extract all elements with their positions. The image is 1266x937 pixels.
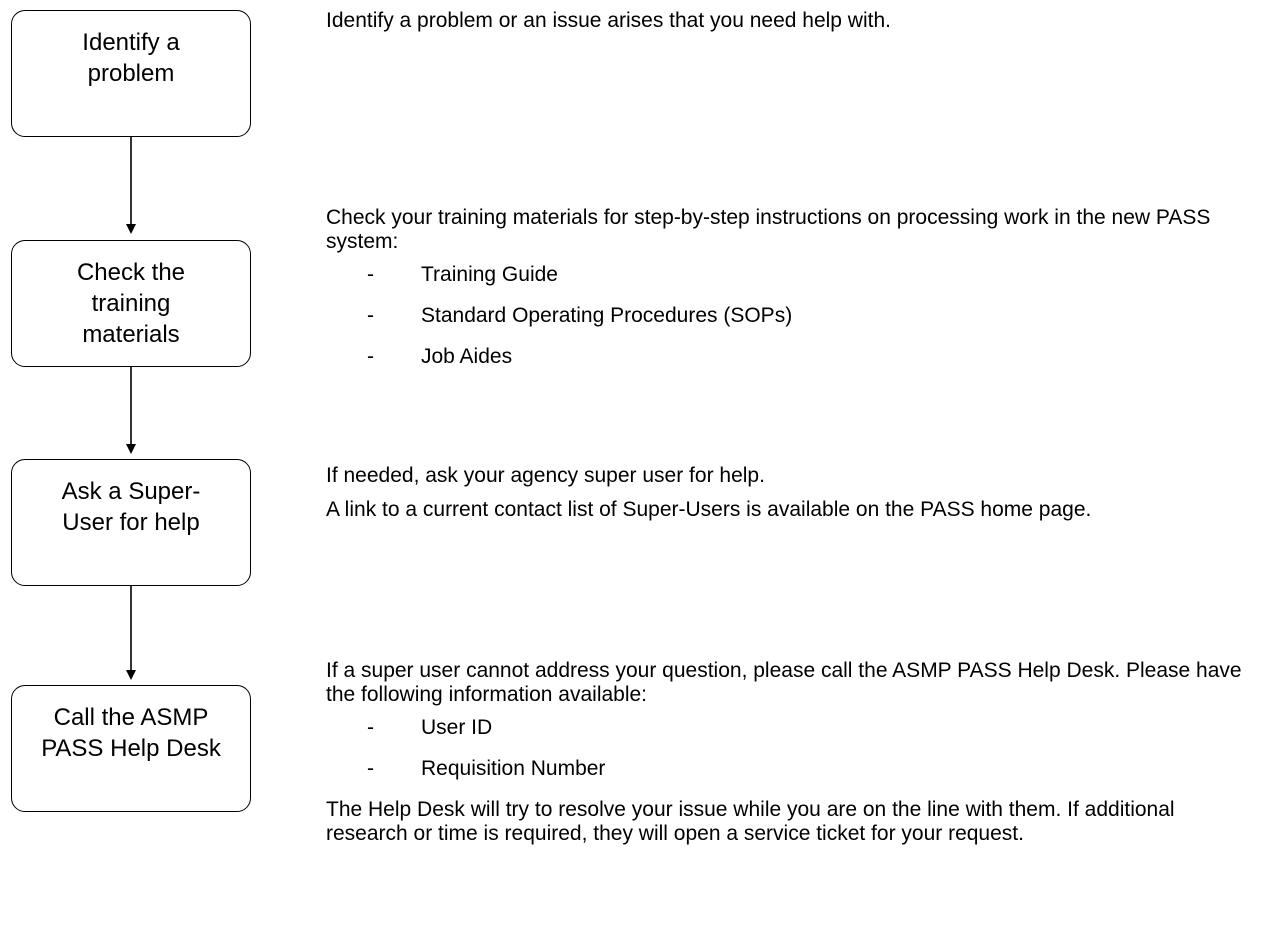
step-box-check-training: Check the training materials	[11, 240, 251, 367]
step-label: Ask a Super-User for help	[61, 478, 201, 536]
description-training: Check your training materials for step-b…	[326, 206, 1251, 386]
list-item-text: Standard Operating Procedures (SOPs)	[421, 304, 793, 327]
list-item: - Standard Operating Procedures (SOPs)	[326, 304, 1251, 328]
step-box-ask-super-user: Ask a Super-User for help	[11, 459, 251, 586]
description-text: If needed, ask your agency super user fo…	[326, 464, 765, 487]
description-closing: The Help Desk will try to resolve your i…	[326, 798, 1175, 845]
list-item-text: Job Aides	[421, 345, 513, 368]
bullet-dash: -	[367, 304, 374, 327]
description-super-user: If needed, ask your agency super user fo…	[326, 464, 1251, 522]
bullet-dash: -	[367, 716, 374, 739]
description-identify: Identify a problem or an issue arises th…	[326, 9, 1251, 33]
list-item-text: Training Guide	[421, 263, 558, 286]
list-item: - Requisition Number	[326, 757, 1251, 781]
description-intro: If a super user cannot address your ques…	[326, 659, 1242, 706]
step-label: Identify a problem	[82, 29, 180, 87]
description-intro: Check your training materials for step-b…	[326, 206, 1211, 253]
bullet-dash: -	[367, 757, 374, 780]
list-item: - Training Guide	[326, 263, 1251, 287]
list-item-text: User ID	[421, 716, 493, 739]
step-label: Call the ASMP PASS Help Desk	[41, 704, 221, 762]
description-text: Identify a problem or an issue arises th…	[326, 9, 891, 32]
training-materials-list: - Training Guide - Standard Operating Proc…	[326, 263, 1251, 369]
step-box-call-help-desk: Call the ASMP PASS Help Desk	[11, 685, 251, 812]
bullet-dash: -	[367, 345, 374, 368]
list-item: - Job Aides	[326, 345, 1251, 369]
description-text: A link to a current contact list of Supe…	[326, 498, 1092, 521]
list-item: - User ID	[326, 716, 1251, 740]
help-desk-info-list: - User ID - Requisition Number	[326, 716, 1251, 781]
step-label: Check the training materials	[76, 259, 186, 348]
bullet-dash: -	[367, 263, 374, 286]
description-help-desk: If a super user cannot address your ques…	[326, 659, 1251, 846]
step-box-identify-problem: Identify a problem	[11, 10, 251, 137]
list-item-text: Requisition Number	[421, 757, 606, 780]
